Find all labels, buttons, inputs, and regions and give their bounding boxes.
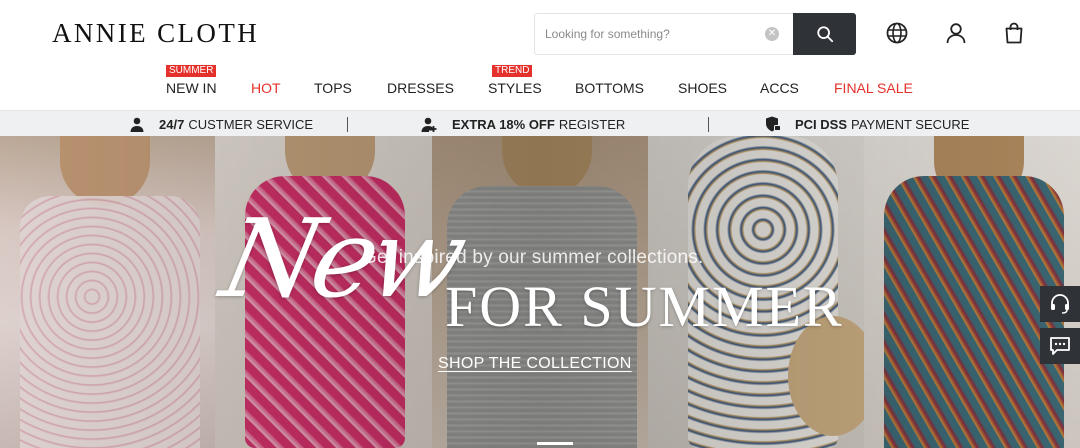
customer-service-button[interactable] bbox=[1040, 286, 1080, 322]
service-item-security[interactable]: PCI DSS PAYMENT SECURE bbox=[765, 116, 969, 132]
nav-tops[interactable]: TOPS bbox=[314, 80, 352, 96]
nav-label: TOPS bbox=[314, 80, 352, 96]
cart-button[interactable] bbox=[1001, 20, 1027, 46]
search-button[interactable] bbox=[793, 13, 856, 55]
chat-button[interactable] bbox=[1040, 328, 1080, 364]
service-bold: EXTRA 18% OFF bbox=[452, 116, 555, 132]
nav-styles[interactable]: TREND STYLES bbox=[488, 65, 542, 96]
site-header: ANNIE CLOTH ✕ SUMMER NEW IN HOT TOPS DRE… bbox=[0, 0, 1080, 110]
shield-lock-icon bbox=[765, 116, 781, 132]
bag-icon bbox=[1005, 22, 1023, 44]
headset-person-icon bbox=[129, 116, 145, 132]
clear-icon[interactable]: ✕ bbox=[765, 27, 779, 41]
hero-tagline: Get inspired by our summer collections. bbox=[362, 247, 704, 268]
account-button[interactable] bbox=[943, 20, 969, 46]
nav-dresses[interactable]: DRESSES bbox=[387, 80, 454, 96]
globe-icon bbox=[886, 22, 908, 44]
nav-label: DRESSES bbox=[387, 80, 454, 96]
service-item-register[interactable]: EXTRA 18% OFF REGISTER bbox=[421, 116, 625, 132]
service-text: PAYMENT SECURE bbox=[851, 116, 970, 132]
chat-icon bbox=[1050, 337, 1070, 355]
service-item-support[interactable]: 24/7 CUSTMER SERVICE bbox=[129, 116, 313, 132]
nav-hot[interactable]: HOT bbox=[251, 80, 281, 96]
nav-label: SHOES bbox=[678, 80, 728, 96]
nav-label: ACCS bbox=[760, 80, 799, 96]
brand-logo[interactable]: ANNIE CLOTH bbox=[52, 18, 259, 49]
user-icon bbox=[946, 23, 966, 44]
nav-badge-trend: TREND bbox=[492, 65, 533, 77]
hero-banner[interactable]: New Get inspired by our summer collectio… bbox=[0, 136, 1080, 448]
search-box: ✕ bbox=[534, 13, 856, 55]
service-text: CUSTMER SERVICE bbox=[188, 116, 314, 132]
nav-badge-summer: SUMMER bbox=[166, 65, 217, 77]
user-plus-icon bbox=[421, 116, 438, 132]
nav-label: STYLES bbox=[488, 80, 542, 96]
hero-headline: FOR SUMMER bbox=[445, 274, 844, 339]
divider bbox=[347, 117, 348, 132]
search-icon bbox=[816, 26, 833, 43]
main-nav: SUMMER NEW IN HOT TOPS DRESSES TREND STY… bbox=[0, 65, 1080, 100]
slide-indicator[interactable] bbox=[537, 442, 573, 445]
divider bbox=[708, 117, 709, 132]
service-bar: 24/7 CUSTMER SERVICE EXTRA 18% OFF REGIS… bbox=[0, 110, 1080, 136]
service-text: REGISTER bbox=[558, 116, 626, 132]
nav-final-sale[interactable]: FINAL SALE bbox=[834, 80, 913, 96]
customer-service-icon bbox=[1051, 294, 1069, 314]
service-bold: PCI DSS bbox=[795, 116, 848, 132]
nav-label: HOT bbox=[251, 80, 281, 96]
shop-collection-link[interactable]: SHOP THE COLLECTION bbox=[438, 355, 632, 373]
language-button[interactable] bbox=[884, 20, 910, 46]
service-bold: 24/7 bbox=[159, 116, 185, 132]
nav-accs[interactable]: ACCS bbox=[760, 80, 799, 96]
nav-label: NEW IN bbox=[166, 80, 217, 96]
nav-bottoms[interactable]: BOTTOMS bbox=[575, 80, 644, 96]
nav-label: FINAL SALE bbox=[834, 80, 913, 96]
nav-label: BOTTOMS bbox=[575, 80, 644, 96]
nav-shoes[interactable]: SHOES bbox=[678, 80, 727, 96]
search-input[interactable] bbox=[535, 14, 785, 54]
nav-new-in[interactable]: SUMMER NEW IN bbox=[166, 65, 217, 96]
